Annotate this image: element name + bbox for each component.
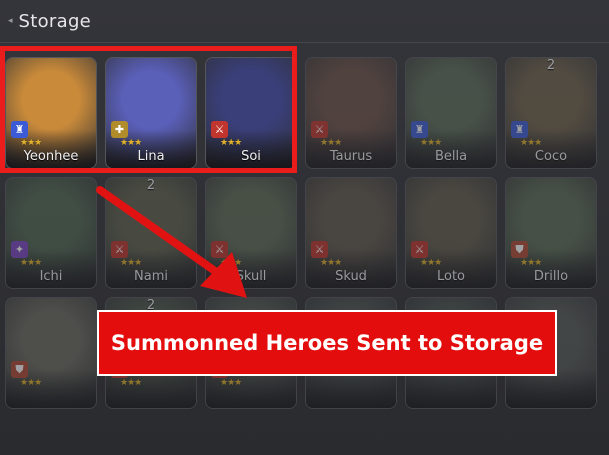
- class-badge-icon: ⚔: [111, 241, 128, 258]
- hero-name: Bella: [434, 149, 468, 164]
- hero-name: Coco: [534, 149, 568, 164]
- star-rating: ★★★: [520, 138, 542, 148]
- class-badge-icon: ⚔: [211, 241, 228, 258]
- hero-card[interactable]: ⚔ ★★★ Loto: [405, 177, 497, 289]
- hero-card[interactable]: ⛊ ★★★ Drillo: [505, 177, 597, 289]
- hero-count: 2: [546, 58, 556, 73]
- class-badge-icon: ⚔: [311, 121, 328, 138]
- star-rating: ★★★: [120, 258, 142, 268]
- highlight-box: [0, 46, 297, 173]
- star-rating: ★★★: [220, 378, 242, 388]
- star-rating: ★★★: [520, 258, 542, 268]
- hero-card[interactable]: ⚔ ★★★ Taurus: [305, 57, 397, 169]
- hero-card[interactable]: ⚔ ★★★ Skud: [305, 177, 397, 289]
- hero-name: Taurus: [329, 149, 373, 164]
- star-rating: ★★★: [20, 378, 42, 388]
- callout-banner: Summonned Heroes Sent to Storage: [97, 310, 557, 376]
- hero-name: Drillo: [533, 269, 569, 284]
- hero-card[interactable]: ⛊ ★★★: [5, 297, 97, 409]
- star-rating: ★★★: [320, 258, 342, 268]
- hero-card[interactable]: 2 ⚔ ★★★ Nami: [105, 177, 197, 289]
- callout-text: Summonned Heroes Sent to Storage: [110, 331, 544, 355]
- hero-card[interactable]: ✦ ★★★ Ichi: [5, 177, 97, 289]
- hero-name: Ichi: [39, 269, 63, 284]
- star-rating: ★★★: [420, 258, 442, 268]
- class-badge-icon: ⚔: [311, 241, 328, 258]
- hero-card[interactable]: ⚔ ★★★ Skull: [205, 177, 297, 289]
- star-rating: ★★★: [320, 138, 342, 148]
- class-badge-icon: ♜: [511, 121, 528, 138]
- class-badge-icon: ⛊: [511, 241, 528, 258]
- star-rating: ★★★: [220, 258, 242, 268]
- class-badge-icon: ♜: [411, 121, 428, 138]
- hero-count: 2: [146, 178, 156, 193]
- hero-card[interactable]: ♜ ★★★ Bella: [405, 57, 497, 169]
- hero-name: Skull: [235, 269, 267, 284]
- class-badge-icon: ✦: [11, 241, 28, 258]
- hero-name: Skud: [335, 269, 367, 284]
- class-badge-icon: ⚔: [411, 241, 428, 258]
- star-rating: ★★★: [120, 378, 142, 388]
- hero-name: Loto: [436, 269, 466, 284]
- star-rating: ★★★: [420, 138, 442, 148]
- star-rating: ★★★: [20, 258, 42, 268]
- hero-name: Nami: [134, 269, 168, 284]
- class-badge-icon: ⛊: [11, 361, 28, 378]
- hero-card[interactable]: 2 ♜ ★★★ Coco: [505, 57, 597, 169]
